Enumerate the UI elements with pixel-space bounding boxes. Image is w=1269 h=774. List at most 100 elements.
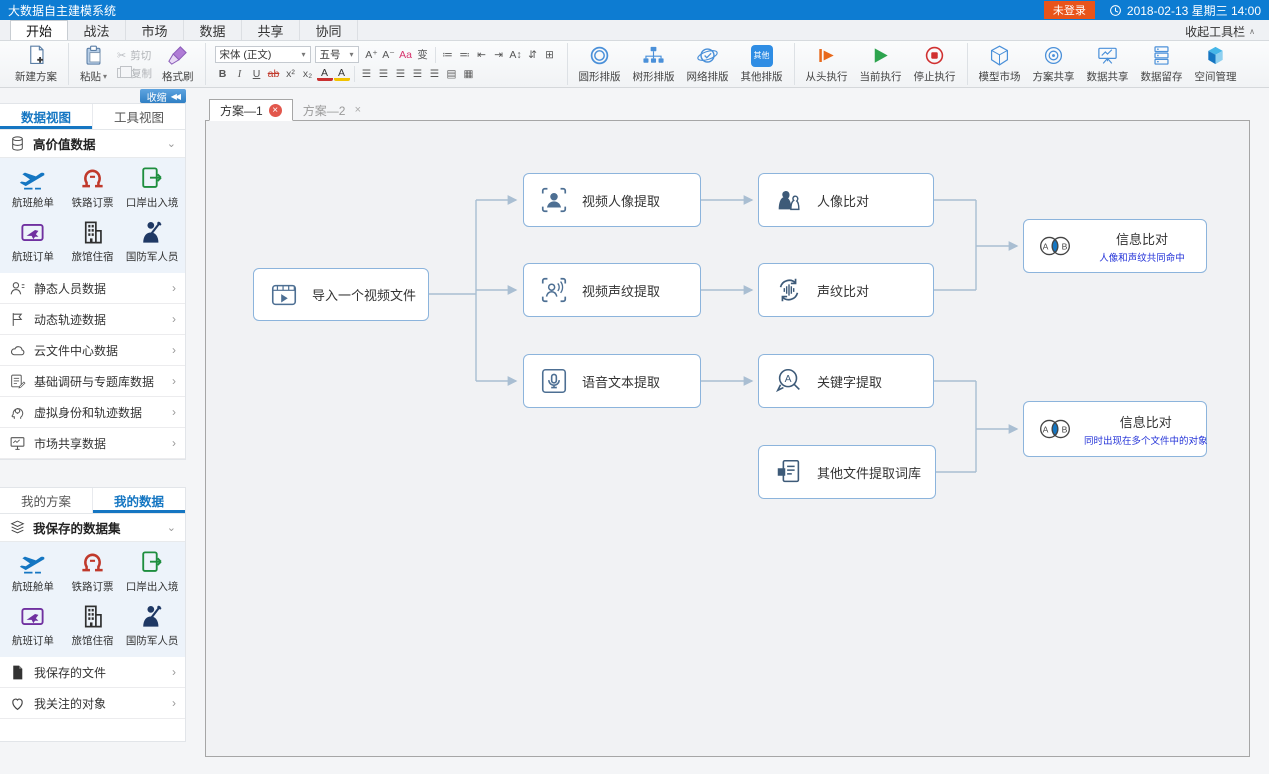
paste-button[interactable]: 粘贴▾: [74, 43, 113, 85]
bold-button[interactable]: B: [215, 67, 231, 82]
node-face-extract[interactable]: 视频人像提取: [523, 173, 701, 227]
workflow-canvas[interactable]: 导入一个视频文件 视频人像提取 视频声纹提取 语音文本提取 人像比对 声纹比对 …: [205, 120, 1250, 757]
new-plan-button[interactable]: 新建方案: [9, 43, 63, 85]
run-current-button[interactable]: 当前执行: [854, 43, 908, 85]
format-painter-button[interactable]: 格式刷: [156, 43, 200, 85]
node-voiceprint-extract[interactable]: 视频声纹提取: [523, 263, 701, 317]
dataset-railway-ticket[interactable]: 铁路订票: [63, 165, 123, 210]
copy-button[interactable]: 复制: [117, 66, 152, 81]
venn-compare-icon: [1034, 416, 1076, 442]
menu-tab-tactics[interactable]: 战法: [68, 20, 126, 40]
align-justify-button[interactable]: ☰: [410, 67, 426, 82]
category-dynamic-track-data[interactable]: 动态轨迹数据 ›: [0, 304, 185, 335]
cut-button[interactable]: ✂ 剪切: [117, 48, 152, 63]
font-family-select[interactable]: 宋体 (正文) ▾: [215, 46, 311, 63]
dataset-flight-manifest[interactable]: 航班舱单: [3, 165, 63, 210]
category-virtual-identity-data[interactable]: 虚拟身份和轨迹数据 ›: [0, 397, 185, 428]
align-center-button[interactable]: ☰: [376, 67, 392, 82]
dataset-flight-order[interactable]: 航班订单: [3, 219, 63, 264]
font-color-button[interactable]: A: [317, 67, 333, 81]
strikethrough-button[interactable]: ab: [266, 67, 282, 82]
category-cloud-file-data[interactable]: 云文件中心数据 ›: [0, 335, 185, 366]
menu-tab-market[interactable]: 市场: [126, 20, 184, 40]
change-case-button[interactable]: Aa: [398, 47, 414, 62]
node-doc-lexicon[interactable]: 其他文件提取词库: [758, 445, 936, 499]
close-icon[interactable]: ×: [351, 104, 364, 117]
shrink-font-button[interactable]: A⁻: [381, 47, 397, 62]
circle-layout-button[interactable]: 圆形排版: [573, 43, 627, 85]
category-survey-thematic-data[interactable]: 基础调研与专题库数据 ›: [0, 366, 185, 397]
category-static-person-data[interactable]: 静态人员数据 ›: [0, 273, 185, 304]
align-right-button[interactable]: ☰: [393, 67, 409, 82]
my-saved-files-row[interactable]: 我保存的文件 ›: [0, 657, 185, 688]
text-direction-button[interactable]: A↕: [508, 47, 524, 62]
plan-share-button[interactable]: 方案共享: [1027, 43, 1081, 85]
high-value-data-header[interactable]: 高价值数据 ⌄: [0, 130, 185, 158]
node-info-compare-2[interactable]: 信息比对 同时出现在多个文件中的对象: [1023, 401, 1207, 457]
subscript-button[interactable]: x₂: [300, 67, 316, 82]
bullets-button[interactable]: ≔: [440, 47, 456, 62]
italic-button[interactable]: I: [232, 67, 248, 82]
saved-railway-ticket[interactable]: 铁路订票: [63, 549, 123, 594]
menu-tab-collaboration[interactable]: 协同: [300, 20, 358, 40]
category-market-shared-data[interactable]: 市场共享数据 ›: [0, 428, 185, 459]
saved-flight-order[interactable]: 航班订单: [3, 603, 63, 648]
other-layout-button[interactable]: 其他 其他排版: [735, 43, 789, 85]
sidebar-collapse-button[interactable]: 收缩 ◀◀: [140, 89, 186, 103]
run-from-start-button[interactable]: 从头执行: [800, 43, 854, 85]
chevron-right-icon: ›: [172, 312, 176, 326]
tab-tool-view[interactable]: 工具视图: [93, 104, 185, 129]
node-import-video[interactable]: 导入一个视频文件: [253, 268, 429, 321]
chevron-down-icon: ⌄: [167, 521, 176, 534]
menu-tab-start[interactable]: 开始: [10, 20, 68, 40]
borders-button[interactable]: ▦: [461, 67, 477, 82]
align-left-button[interactable]: ☰: [359, 67, 375, 82]
saved-datasets-header[interactable]: 我保存的数据集 ⌄: [0, 514, 185, 542]
saved-military-personnel[interactable]: 国防军人员: [122, 603, 182, 648]
tab-data-view[interactable]: 数据视图: [0, 104, 93, 129]
collapse-toolbar-button[interactable]: 收起工具栏 ∧: [1185, 23, 1255, 40]
menu-tab-share[interactable]: 共享: [242, 20, 300, 40]
underline-button[interactable]: U: [249, 67, 265, 82]
close-icon[interactable]: ×: [269, 104, 282, 117]
dataset-hotel-stay[interactable]: 旅馆住宿: [63, 219, 123, 264]
ribbon-group-new: 新建方案: [4, 43, 69, 85]
plan-tab-1[interactable]: 方案—1 ×: [209, 99, 293, 121]
highlight-color-button[interactable]: A: [334, 67, 350, 81]
indent-button[interactable]: ⇥: [491, 47, 507, 62]
saved-hotel-stay[interactable]: 旅馆住宿: [63, 603, 123, 648]
login-status-badge[interactable]: 未登录: [1044, 1, 1095, 19]
node-speech-to-text[interactable]: 语音文本提取: [523, 354, 701, 408]
menu-tab-data[interactable]: 数据: [184, 20, 242, 40]
plan-tab-2[interactable]: 方案—2 ×: [293, 99, 375, 121]
pinyin-button[interactable]: 变: [415, 47, 431, 62]
space-manage-button[interactable]: 空间管理: [1189, 43, 1243, 85]
model-market-button[interactable]: 模型市场: [973, 43, 1027, 85]
tab-my-plans[interactable]: 我的方案: [0, 488, 93, 513]
saved-flight-manifest[interactable]: 航班舱单: [3, 549, 63, 594]
data-share-button[interactable]: 数据共享: [1081, 43, 1135, 85]
outdent-button[interactable]: ⇤: [474, 47, 490, 62]
node-keyword-extract[interactable]: 关键字提取: [758, 354, 934, 408]
line-spacing-button[interactable]: ☰: [427, 67, 443, 82]
grow-font-button[interactable]: A⁺: [364, 47, 380, 62]
node-voiceprint-compare[interactable]: 声纹比对: [758, 263, 934, 317]
sort-button[interactable]: ⇵: [525, 47, 541, 62]
font-size-select[interactable]: 五号 ▾: [315, 46, 359, 63]
tab-my-data[interactable]: 我的数据: [93, 488, 185, 513]
border-entry-exit-icon: [139, 165, 166, 192]
numbering-button[interactable]: ≕: [457, 47, 473, 62]
data-retention-button[interactable]: 数据留存: [1135, 43, 1189, 85]
superscript-button[interactable]: x²: [283, 67, 299, 82]
table-button[interactable]: ⊞: [542, 47, 558, 62]
node-face-compare[interactable]: 人像比对: [758, 173, 934, 227]
network-layout-button[interactable]: 网络排版: [681, 43, 735, 85]
stop-run-button[interactable]: 停止执行: [908, 43, 962, 85]
saved-border-entry-exit[interactable]: 口岸出入境: [122, 549, 182, 594]
shading-button[interactable]: ▤: [444, 67, 460, 82]
node-info-compare-1[interactable]: 信息比对 人像和声纹共同命中: [1023, 219, 1207, 273]
dataset-military-personnel[interactable]: 国防军人员: [122, 219, 182, 264]
tree-layout-button[interactable]: 树形排版: [627, 43, 681, 85]
dataset-border-entry-exit[interactable]: 口岸出入境: [122, 165, 182, 210]
my-followed-objects-row[interactable]: 我关注的对象 ›: [0, 688, 185, 719]
